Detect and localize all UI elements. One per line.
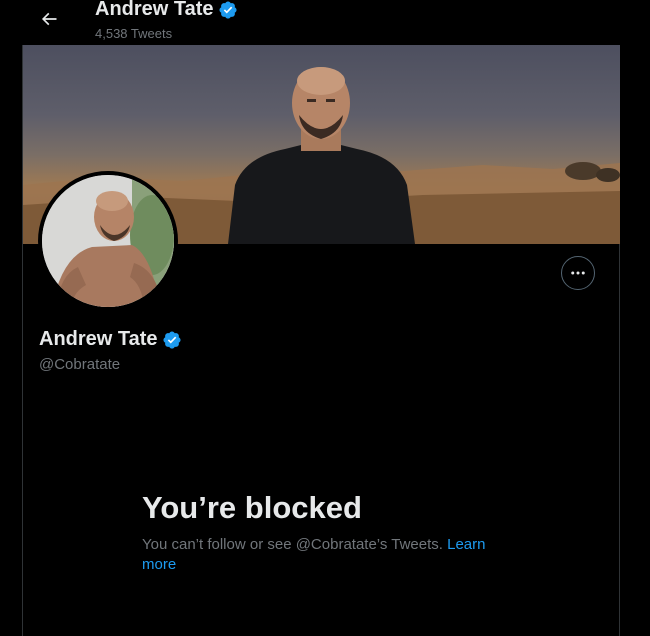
verified-badge-icon[interactable] <box>218 0 238 20</box>
profile-handle: @Cobratate <box>39 356 121 373</box>
avatar-illustration <box>42 175 174 307</box>
more-options-button[interactable] <box>561 256 595 290</box>
profile-header-bar: Andrew Tate 4,538 Tweets <box>0 0 650 45</box>
arrow-left-icon <box>41 12 57 26</box>
more-options-icon <box>571 271 585 275</box>
back-button[interactable] <box>34 4 64 34</box>
header-title: Andrew Tate <box>95 0 238 21</box>
blocked-title: You’re blocked <box>142 490 362 525</box>
profile-name-text: Andrew Tate <box>39 328 158 350</box>
profile-name: Andrew Tate <box>39 328 182 351</box>
profile-avatar[interactable] <box>38 171 178 311</box>
tweet-count: 4,538 Tweets <box>95 26 173 41</box>
blocked-message: You can’t follow or see @Cobratate’s Twe… <box>142 535 502 575</box>
verified-badge-icon[interactable] <box>162 330 182 350</box>
blocked-message-text: You can’t follow or see @Cobratate’s Twe… <box>142 536 443 553</box>
header-name-text: Andrew Tate <box>95 0 214 20</box>
